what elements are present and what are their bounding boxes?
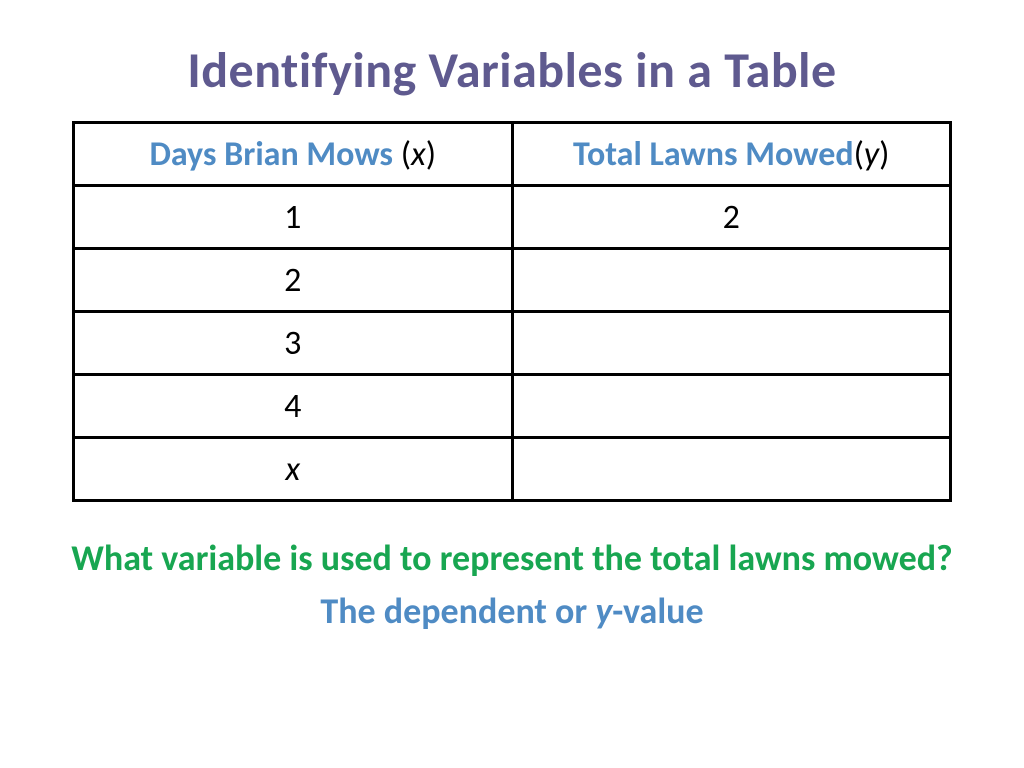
answer-var: y [595,589,612,633]
cell-y [512,375,951,438]
cell-y [512,312,951,375]
answer-pre: The dependent or [320,589,595,633]
table-row: 4 [74,375,951,438]
answer-post: -value [612,589,703,633]
table-header-row: Days Brian Mows (x) Total Lawns Mowed(y) [74,123,951,186]
cell-x: 1 [74,186,513,249]
cell-x: 2 [74,249,513,312]
table-row: 2 [74,249,951,312]
table-row: 3 [74,312,951,375]
table-row: x [74,438,951,501]
cell-y [512,438,951,501]
variables-table: Days Brian Mows (x) Total Lawns Mowed(y)… [72,121,952,502]
table-body: 1 2 2 3 4 x [74,186,951,501]
col-header-x-var: (x) [401,134,436,175]
question-text: What variable is used to represent the t… [70,536,954,581]
col-header-x: Days Brian Mows (x) [74,123,513,186]
cell-x: 4 [74,375,513,438]
cell-x: 3 [74,312,513,375]
answer-text: The dependent or y-value [70,589,954,633]
col-header-y-var: (y) [854,134,890,175]
slide: Identifying Variables in a Table Days Br… [0,0,1024,768]
col-header-y-label: Total Lawns Mowed [573,134,854,175]
cell-y: 2 [512,186,951,249]
page-title: Identifying Variables in a Table [70,40,954,101]
cell-y [512,249,951,312]
table-row: 1 2 [74,186,951,249]
col-header-y: Total Lawns Mowed(y) [512,123,951,186]
cell-x: x [74,438,513,501]
col-header-x-label: Days Brian Mows [149,134,400,175]
